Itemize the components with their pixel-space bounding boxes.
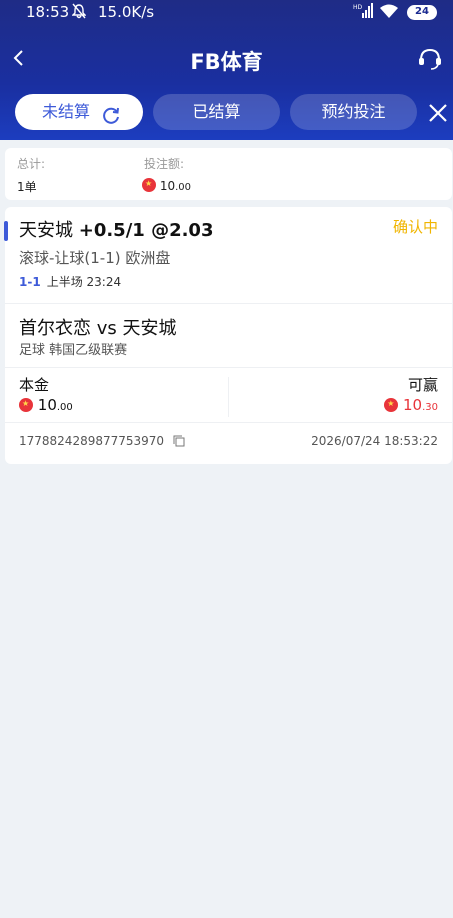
bet-team: 天安城 [19,220,73,241]
bet-market: 滚球-让球(1-1) 欧洲盘 [19,249,171,267]
page-title: FB体育 [190,50,263,74]
league-name: 足球 韩国乙级联赛 [19,343,128,358]
bet-card[interactable]: 天安城 +0.5/1 @2.03 确认中 滚球-让球(1-1) 欧洲盘 1-1 上… [4,207,452,464]
principal-int: 10 [37,396,57,414]
tab-unsettled[interactable]: 未结算 [15,94,143,130]
status-bar: 18:53 15.0K/s HD 24 [0,0,453,26]
coin-icon [19,398,33,412]
total-label: 总计: [17,157,46,171]
order-id-value: 1778824289877753970 [19,434,165,448]
signal-icon: HD [353,2,373,24]
tab-unsettled-label: 未结算 [42,102,91,121]
accent-bar [4,221,8,241]
match-name: 首尔衣恋 vs 天安城 [19,318,177,339]
close-icon[interactable] [427,102,449,124]
win-value: 10.30 [384,396,438,414]
tab-bar: 未结算 已结算 预约投注 [0,94,453,132]
win-label: 可赢 [407,376,438,394]
win-int: 10 [403,396,423,414]
total-value: 1单 [17,180,37,194]
amount-dec: .00 [175,182,192,193]
battery-icon: 24 [407,5,437,20]
vertical-divider [228,377,229,417]
svg-text:HD: HD [353,4,363,11]
tab-reserved[interactable]: 预约投注 [290,94,417,130]
amount-int: 10 [159,179,176,193]
tab-settled[interactable]: 已结算 [153,94,280,130]
support-icon[interactable] [417,46,443,72]
bet-datetime: 2026/07/24 18:53:22 [311,434,438,448]
coin-icon [384,398,399,412]
copy-icon[interactable] [173,435,185,447]
header: 18:53 15.0K/s HD 24 FB体育 未结算 已结算 预约投注 [0,0,453,140]
principal-dec: .00 [56,402,73,413]
status-time: 18:53 [26,3,70,21]
score-value: 1-1 [19,275,41,289]
bet-pick: 天安城 +0.5/1 @2.03 [19,216,213,242]
principal-value: 10.00 [19,396,73,414]
nav-bar: FB体育 [0,40,453,80]
live-score: 1-1 上半场 23:24 [19,273,121,290]
wifi-icon [379,3,399,23]
divider [5,422,452,423]
order-id: 1778824289877753970 [19,434,185,448]
coin-icon [142,178,156,192]
bet-odds: +0.5/1 @2.03 [78,220,214,241]
divider [5,367,452,368]
period-time: 上半场 23:24 [46,275,122,289]
status-speed: 15.0K/s [98,3,155,21]
summary-panel: 总计: 1单 投注额: 10.00 [5,148,452,200]
win-dec: .30 [422,402,438,413]
divider [5,303,452,304]
refresh-icon[interactable] [101,102,121,124]
principal-label: 本金 [19,376,50,394]
amount-value: 10.00 [142,178,191,193]
status-badge: 确认中 [392,218,438,236]
mute-icon [71,3,87,23]
amount-label: 投注额: [144,157,185,171]
